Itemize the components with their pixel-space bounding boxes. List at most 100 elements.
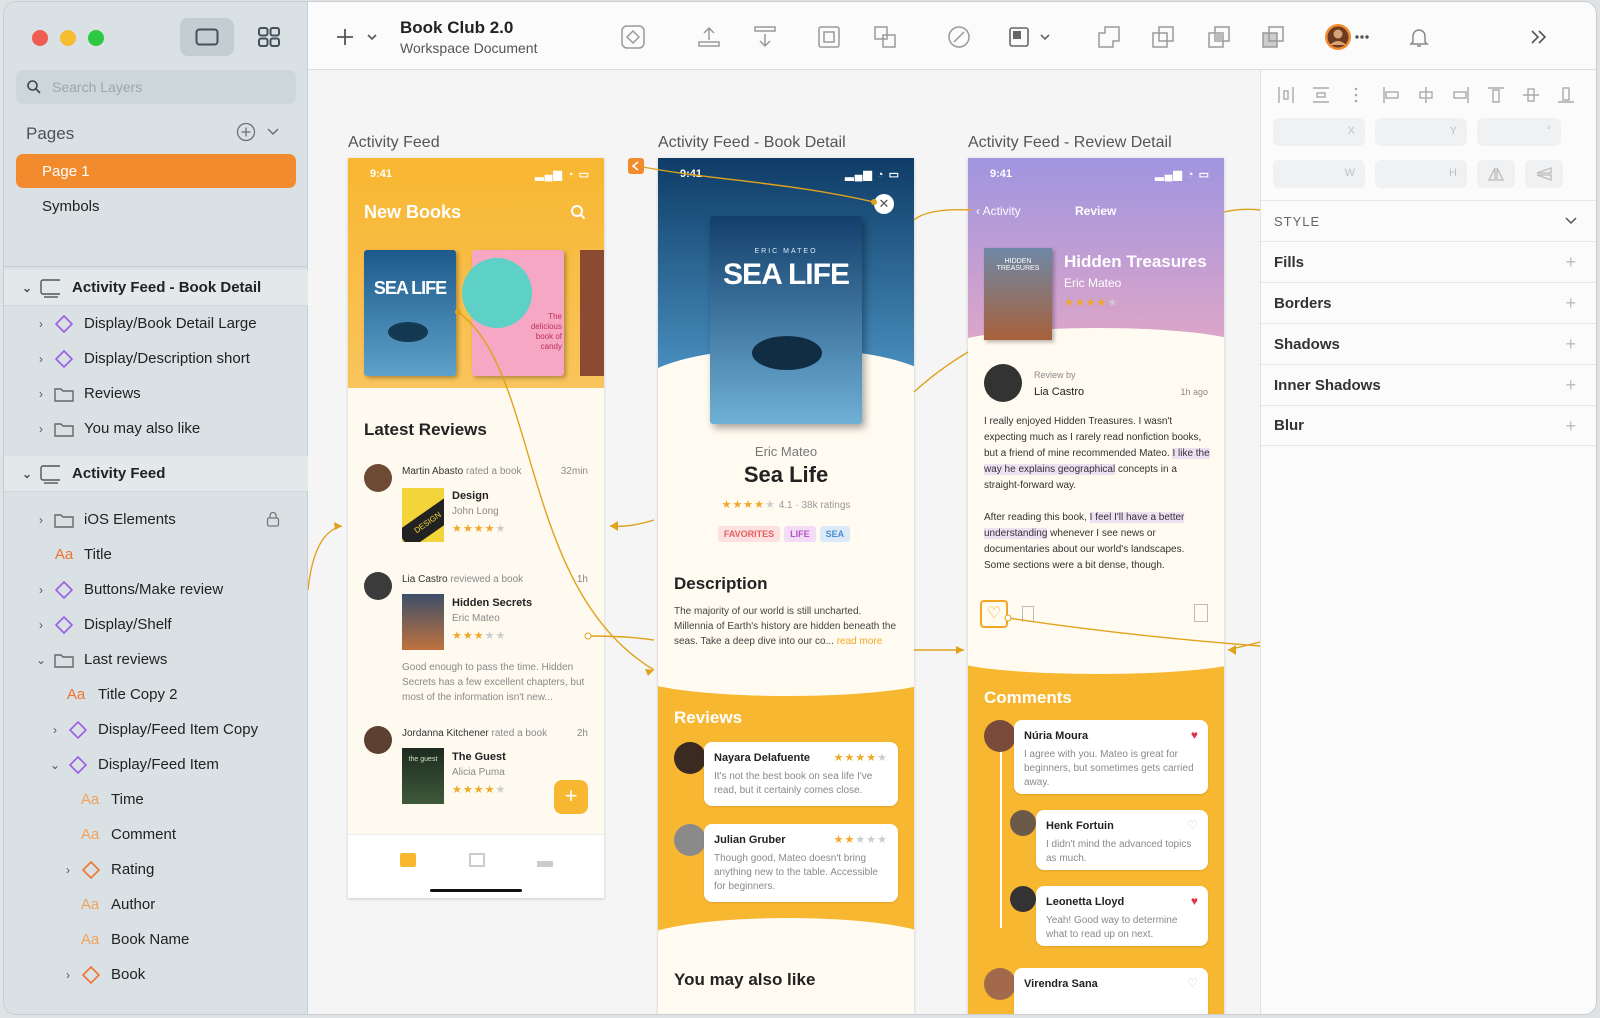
tag-life[interactable]: LIFE	[784, 526, 816, 542]
artboard-review-detail[interactable]: 9:41 ▂▄▆ ◔ ▭ ‹ Activity Review HIDDEN TRE…	[968, 158, 1224, 1014]
chevron-down-icon[interactable]: ⌄	[34, 653, 48, 667]
distribute-horizontal-icon[interactable]	[1275, 84, 1297, 106]
width-field[interactable]: W	[1273, 160, 1365, 188]
collapse-pages-icon[interactable]	[266, 127, 280, 137]
add-border-icon[interactable]: +	[1565, 293, 1576, 314]
search-icon[interactable]	[570, 204, 586, 220]
chevron-right-icon[interactable]: ›	[61, 968, 75, 982]
avatar[interactable]	[674, 742, 706, 774]
difference-button[interactable]	[1258, 22, 1288, 52]
book-cover[interactable]: the guest	[402, 748, 444, 804]
avatar[interactable]	[984, 968, 1016, 1000]
library-tab-icon[interactable]	[469, 853, 485, 867]
artboard-activity-feed[interactable]: 9:41 ▂▄▆ ◔ ▭ New Books SEA LIFE The delic…	[348, 158, 604, 898]
chevron-right-icon[interactable]: ›	[34, 317, 48, 331]
group-button[interactable]	[814, 22, 844, 52]
grid-view-button[interactable]	[242, 18, 296, 56]
add-inner-shadow-icon[interactable]: +	[1565, 375, 1576, 396]
comment-card[interactable]: Virendra Sana ♡	[1014, 968, 1208, 1014]
inner-shadows-section[interactable]: Inner Shadows +	[1261, 364, 1596, 405]
layer-row[interactable]: › Display/Description short	[4, 341, 308, 376]
shadows-section[interactable]: Shadows +	[1261, 323, 1596, 364]
avatar[interactable]	[984, 720, 1016, 752]
chevron-right-icon[interactable]: ›	[34, 513, 48, 527]
align-left-icon[interactable]	[1380, 84, 1402, 106]
fills-section[interactable]: Fills +	[1261, 241, 1596, 282]
chevron-right-icon[interactable]: ›	[34, 422, 48, 436]
toggle-inspector-button[interactable]	[1524, 22, 1554, 52]
rotation-field[interactable]: °	[1477, 118, 1561, 146]
insert-button[interactable]	[334, 22, 384, 52]
y-field[interactable]: Y	[1375, 118, 1467, 146]
review-card[interactable]: Julian Gruber ★★★★★ Though good, Mateo d…	[704, 824, 898, 902]
layer-row[interactable]: ⌄ Last reviews	[4, 642, 308, 677]
layer-row[interactable]: › Book	[4, 957, 308, 992]
heart-outline-icon[interactable]: ♡	[1187, 818, 1198, 832]
align-top-icon[interactable]	[1485, 84, 1507, 106]
chevron-down-icon[interactable]: ⌄	[48, 758, 62, 772]
user-name[interactable]: Martin Abasto	[402, 466, 463, 477]
book-cover[interactable]: SEA LIFE	[364, 250, 456, 376]
make-review-button[interactable]: +	[554, 780, 588, 814]
canvas[interactable]: Activity Feed Activity Feed - Book Detai…	[308, 70, 1260, 1014]
layer-row[interactable]: › Display/Shelf	[4, 607, 308, 642]
subtract-button[interactable]	[1148, 22, 1178, 52]
close-icon[interactable]: ✕	[874, 194, 894, 214]
layer-row[interactable]: Aa Comment	[4, 817, 308, 852]
avatar[interactable]	[984, 364, 1022, 402]
user-name[interactable]: Lia Castro	[402, 574, 448, 585]
heart-icon[interactable]: ♡	[980, 600, 1008, 628]
chevron-right-icon[interactable]: ›	[34, 387, 48, 401]
add-page-icon[interactable]	[236, 122, 256, 142]
book-cover[interactable]: HIDDEN TREASURES	[984, 248, 1052, 340]
zoom-window-button[interactable]	[88, 30, 104, 46]
create-symbol-button[interactable]	[618, 22, 648, 52]
style-header[interactable]: STYLE	[1261, 200, 1596, 241]
stats-tab-icon[interactable]	[537, 853, 553, 867]
borders-section[interactable]: Borders +	[1261, 282, 1596, 323]
reviewer-name[interactable]: Lia Castro	[1034, 386, 1084, 398]
add-fill-icon[interactable]: +	[1565, 252, 1576, 273]
layer-row[interactable]: Aa Time	[4, 782, 308, 817]
chevron-right-icon[interactable]: ›	[48, 723, 62, 737]
layer-row[interactable]: Aa Title	[4, 537, 308, 572]
download-button[interactable]	[750, 22, 780, 52]
align-right-icon[interactable]	[1450, 84, 1472, 106]
close-window-button[interactable]	[32, 30, 48, 46]
bookmark-icon[interactable]	[1022, 606, 1034, 622]
blur-section[interactable]: Blur +	[1261, 405, 1596, 446]
flip-vertical-button[interactable]	[1525, 160, 1563, 188]
edit-button[interactable]	[944, 22, 974, 52]
share-icon[interactable]	[1194, 604, 1208, 622]
heart-outline-icon[interactable]: ♡	[1187, 976, 1198, 990]
transform-button[interactable]	[1006, 22, 1056, 52]
ungroup-button[interactable]	[870, 22, 900, 52]
artboard-title[interactable]: Activity Feed - Review Detail	[968, 134, 1172, 152]
collaborators-button[interactable]	[1324, 22, 1370, 52]
artboard-title[interactable]: Activity Feed	[348, 134, 440, 152]
avatar[interactable]	[674, 824, 706, 856]
search-input[interactable]	[52, 79, 272, 95]
chevron-right-icon[interactable]: ›	[34, 618, 48, 632]
read-more-link[interactable]: read more	[837, 636, 883, 647]
home-tab-icon[interactable]	[400, 853, 416, 867]
layer-row[interactable]: › Rating	[4, 852, 308, 887]
layer-row[interactable]: ⌄ Display/Feed Item	[4, 747, 308, 782]
align-center-icon[interactable]	[1415, 84, 1437, 106]
book-cover-large[interactable]: ERIC MATEO SEA LIFE	[710, 216, 862, 424]
page-item-page-1[interactable]: Page 1	[16, 154, 296, 188]
avatar[interactable]	[1010, 810, 1036, 836]
user-name[interactable]: Jordanna Kitchener	[402, 728, 489, 739]
avatar[interactable]	[364, 572, 392, 600]
upload-button[interactable]	[694, 22, 724, 52]
back-link-badge[interactable]	[628, 158, 644, 174]
comment-card[interactable]: Leonetta Lloyd ♥ Yeah! Good way to deter…	[1036, 886, 1208, 946]
layer-row[interactable]: Aa Title Copy 2	[4, 677, 308, 712]
minimize-window-button[interactable]	[60, 30, 76, 46]
more-align-icon[interactable]	[1345, 84, 1367, 106]
tag-sea[interactable]: SEA	[819, 526, 851, 542]
layer-row[interactable]: › iOS Elements	[4, 502, 308, 537]
book-cover[interactable]: DESIGN	[402, 488, 444, 542]
chevron-down-icon[interactable]: ⌄	[20, 467, 34, 481]
layer-row[interactable]: ⌄ Activity Feed - Book Detail	[4, 270, 308, 306]
